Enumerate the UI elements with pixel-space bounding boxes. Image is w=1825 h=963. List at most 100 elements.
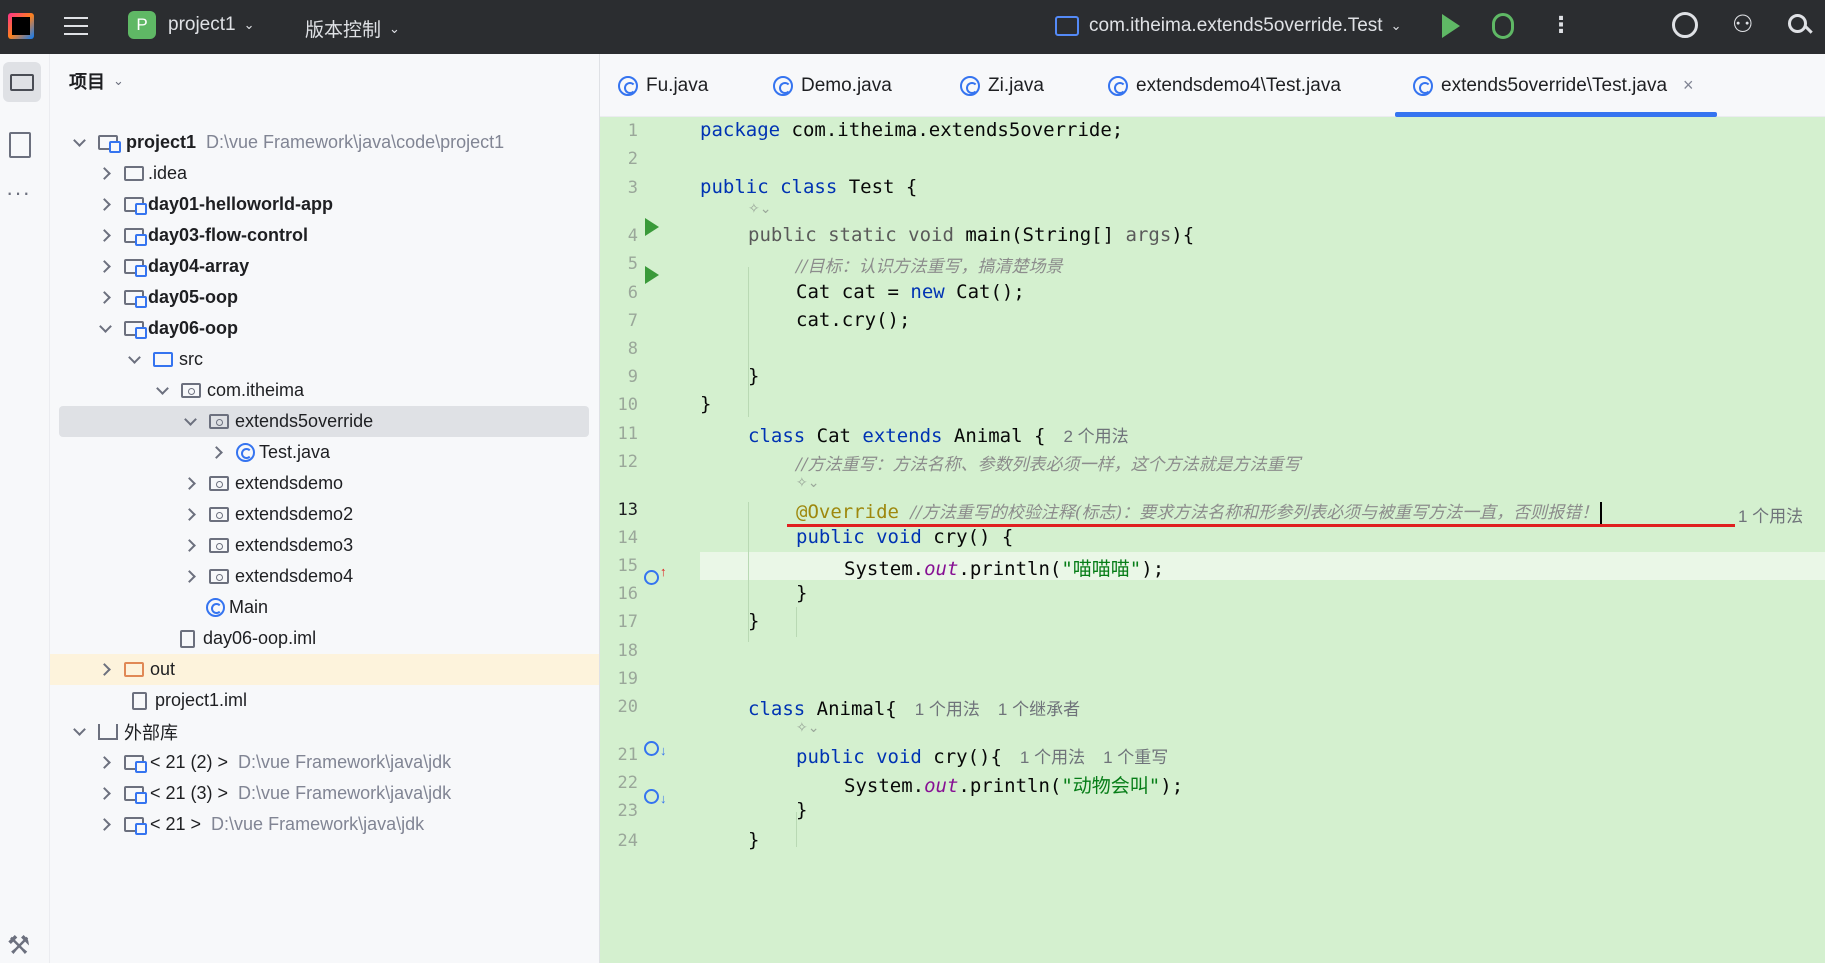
tree-item-extendsdemo3[interactable]: extendsdemo3: [50, 530, 599, 561]
tree-item-extendsdemo2[interactable]: extendsdemo2: [50, 499, 599, 530]
line-number: 2: [627, 149, 638, 169]
search-icon[interactable]: [1788, 11, 1813, 35]
tree-item-day04[interactable]: day04-array: [50, 251, 599, 282]
java-class-icon: [206, 598, 225, 617]
inheritor-hint[interactable]: 1 个继承者: [998, 700, 1080, 719]
run-class-icon[interactable]: [645, 218, 659, 236]
code-line-6: Cat cat = new Cat();: [796, 281, 1025, 303]
vcs-menu[interactable]: 版本控制 ⌄: [305, 15, 400, 42]
usage-hint[interactable]: 2 个用法: [1063, 427, 1128, 446]
more-tools-icon[interactable]: ···: [6, 180, 31, 206]
tree-item-main[interactable]: Main: [50, 592, 599, 623]
chevron-down-icon: ⌄: [1390, 18, 1402, 33]
usage-hint[interactable]: 1 个用法: [1738, 502, 1803, 527]
tree-item-day01[interactable]: day01-helloworld-app: [50, 189, 599, 220]
jdk-icon: [124, 817, 147, 835]
project-panel-header[interactable]: 项目 ⌄: [69, 68, 124, 94]
tree-item-jdk-21-2[interactable]: < 21 (2) > D:\vue Framework\java\jdk: [50, 747, 599, 778]
code-editor[interactable]: ↑ ↓ ↓ 1 2 3 4 5 6 7 8 9 10 11 12 13 14 1…: [600, 117, 1825, 963]
tree-item-extendsdemo4[interactable]: extendsdemo4: [50, 561, 599, 592]
tree-item-out[interactable]: out: [50, 654, 599, 685]
tree-item-src[interactable]: src: [50, 344, 599, 375]
tab-label: Fu.java: [646, 74, 709, 96]
ai-hint-icon[interactable]: ✧⌄: [796, 474, 819, 491]
tab-demo-java[interactable]: Demo.java: [773, 54, 892, 117]
chevron-down-icon: ⌄: [243, 17, 255, 32]
override-arrow-down-icon: ↓: [660, 743, 667, 758]
tree-item-jdk-21[interactable]: < 21 > D:\vue Framework\java\jdk: [50, 809, 599, 840]
tree-item-label: < 21 (2) >: [150, 752, 229, 772]
tree-item-external-libraries[interactable]: 外部库: [50, 716, 599, 747]
tree-item-path: D:\vue Framework\java\jdk: [238, 752, 452, 772]
run-config-selector[interactable]: com.itheima.extends5override.Test ⌄: [1055, 15, 1402, 37]
ai-hint-icon[interactable]: ✧⌄: [748, 200, 771, 217]
tab-fu-java[interactable]: Fu.java: [618, 54, 708, 117]
project-panel: 项目 ⌄ project1 D:\vue Framework\java\code…: [50, 54, 600, 963]
tab-extends5override-test-java[interactable]: extends5override\Test.java ×: [1395, 54, 1717, 117]
tree-item-label: day01-helloworld-app: [148, 194, 334, 214]
line-number: 10: [617, 395, 638, 415]
line-number: 24: [617, 831, 638, 851]
tree-item-day05[interactable]: day05-oop: [50, 282, 599, 313]
module-icon: [124, 321, 147, 339]
debug-icon[interactable]: [1492, 13, 1514, 39]
ai-assistant-icon[interactable]: [1672, 12, 1698, 38]
tree-item-test-java[interactable]: Test.java: [50, 437, 599, 468]
structure-icon[interactable]: [9, 132, 31, 158]
tab-extendsdemo4-test-java[interactable]: extendsdemo4\Test.java: [1108, 54, 1341, 117]
override-arrow-down-icon: ↓: [660, 791, 667, 806]
code-line-22: System.out.println("动物会叫");: [844, 775, 1184, 797]
run-icon[interactable]: [1442, 14, 1460, 38]
close-icon[interactable]: ×: [1683, 75, 1694, 96]
editor-tabs: Fu.java Demo.java Zi.java extendsdemo4\T…: [600, 54, 1825, 117]
line-number: 16: [617, 584, 638, 604]
line-number: 22: [617, 773, 638, 793]
chevron-right-icon: [183, 539, 197, 553]
project-tool-button[interactable]: [3, 62, 41, 102]
line-number: 23: [617, 801, 638, 821]
code-line-11: class Cat extends Animal {2 个用法: [748, 425, 1129, 447]
ai-hint-icon[interactable]: ✧⌄: [796, 719, 819, 736]
line-number: 20: [617, 697, 638, 717]
add-user-icon[interactable]: ⚇: [1732, 10, 1754, 39]
usage-hint[interactable]: 1 个用法: [915, 700, 980, 719]
tab-zi-java[interactable]: Zi.java: [960, 54, 1044, 117]
overrides-method-icon[interactable]: [644, 570, 659, 585]
tree-item-day06[interactable]: day06-oop: [50, 313, 599, 344]
activity-bar: ··· ⚒: [0, 54, 50, 963]
chevron-down-icon: [72, 725, 86, 739]
tree-item-label: day06-oop.iml: [203, 628, 317, 648]
tree-item-project1-iml[interactable]: project1.iml: [50, 685, 599, 716]
intellij-logo-icon[interactable]: [8, 13, 34, 39]
run-main-icon[interactable]: [645, 266, 659, 284]
tree-item-label: out: [150, 659, 176, 679]
project-name: project1: [168, 14, 236, 35]
tree-item-label: extends5override: [235, 411, 374, 431]
build-icon[interactable]: ⚒: [7, 930, 30, 961]
tree-item-idea[interactable]: .idea: [50, 158, 599, 189]
tree-item-day03[interactable]: day03-flow-control: [50, 220, 599, 251]
tree-item-extendsdemo[interactable]: extendsdemo: [50, 468, 599, 499]
java-class-icon: [1413, 75, 1433, 96]
override-hint[interactable]: 1 个重写: [1103, 748, 1168, 767]
more-actions-icon[interactable]: ⋮: [1550, 12, 1572, 38]
excluded-folder-icon: [124, 662, 144, 677]
implemented-class-icon[interactable]: [644, 741, 659, 756]
usage-hint[interactable]: 1 个用法: [1020, 748, 1085, 767]
tree-item-jdk-21-3[interactable]: < 21 (3) > D:\vue Framework\java\jdk: [50, 778, 599, 809]
tree-item-day06-iml[interactable]: day06-oop.iml: [50, 623, 599, 654]
line-number: 18: [617, 641, 638, 661]
tree-item-label: project1: [126, 132, 197, 152]
tree-item-project1[interactable]: project1 D:\vue Framework\java\code\proj…: [50, 127, 599, 158]
chevron-right-icon: [183, 477, 197, 491]
chevron-right-icon: [210, 446, 224, 460]
tree-item-extends5override[interactable]: extends5override: [59, 406, 589, 437]
main-menu-icon[interactable]: [64, 14, 88, 38]
tree-item-label: .idea: [148, 163, 188, 183]
project-selector[interactable]: P project1 ⌄: [128, 11, 255, 39]
tree-item-path: D:\vue Framework\java\jdk: [211, 814, 425, 834]
overridden-method-icon[interactable]: [644, 789, 659, 804]
code-line-21: public void cry(){1 个用法 1 个重写: [796, 746, 1169, 768]
tree-item-com-itheima[interactable]: com.itheima: [50, 375, 599, 406]
line-number: 12: [617, 452, 638, 472]
